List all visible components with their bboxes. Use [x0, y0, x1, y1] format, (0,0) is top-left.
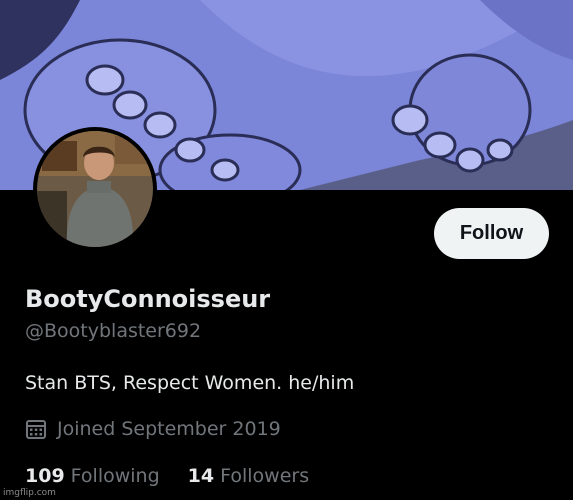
following-count: 109	[25, 465, 65, 487]
display-name: BootyConnoisseur	[25, 285, 271, 313]
avatar-photo	[37, 131, 153, 247]
followers-count: 14	[187, 465, 215, 487]
joined-label: Joined September 2019	[57, 418, 281, 440]
followers-link[interactable]: 14 Followers	[188, 465, 309, 487]
following-label: Following	[70, 465, 160, 487]
profile-stats: 109 Following 14 Followers	[25, 465, 337, 487]
following-link[interactable]: 109 Following	[25, 465, 160, 487]
avatar[interactable]	[33, 127, 157, 251]
user-handle: @Bootyblaster692	[25, 320, 202, 342]
calendar-icon	[26, 420, 46, 439]
watermark: imgflip.com	[3, 488, 56, 498]
follow-button[interactable]: Follow	[434, 208, 549, 259]
followers-label: Followers	[220, 465, 310, 487]
user-bio: Stan BTS, Respect Women. he/him	[25, 372, 355, 394]
joined-date: Joined September 2019	[25, 418, 281, 440]
